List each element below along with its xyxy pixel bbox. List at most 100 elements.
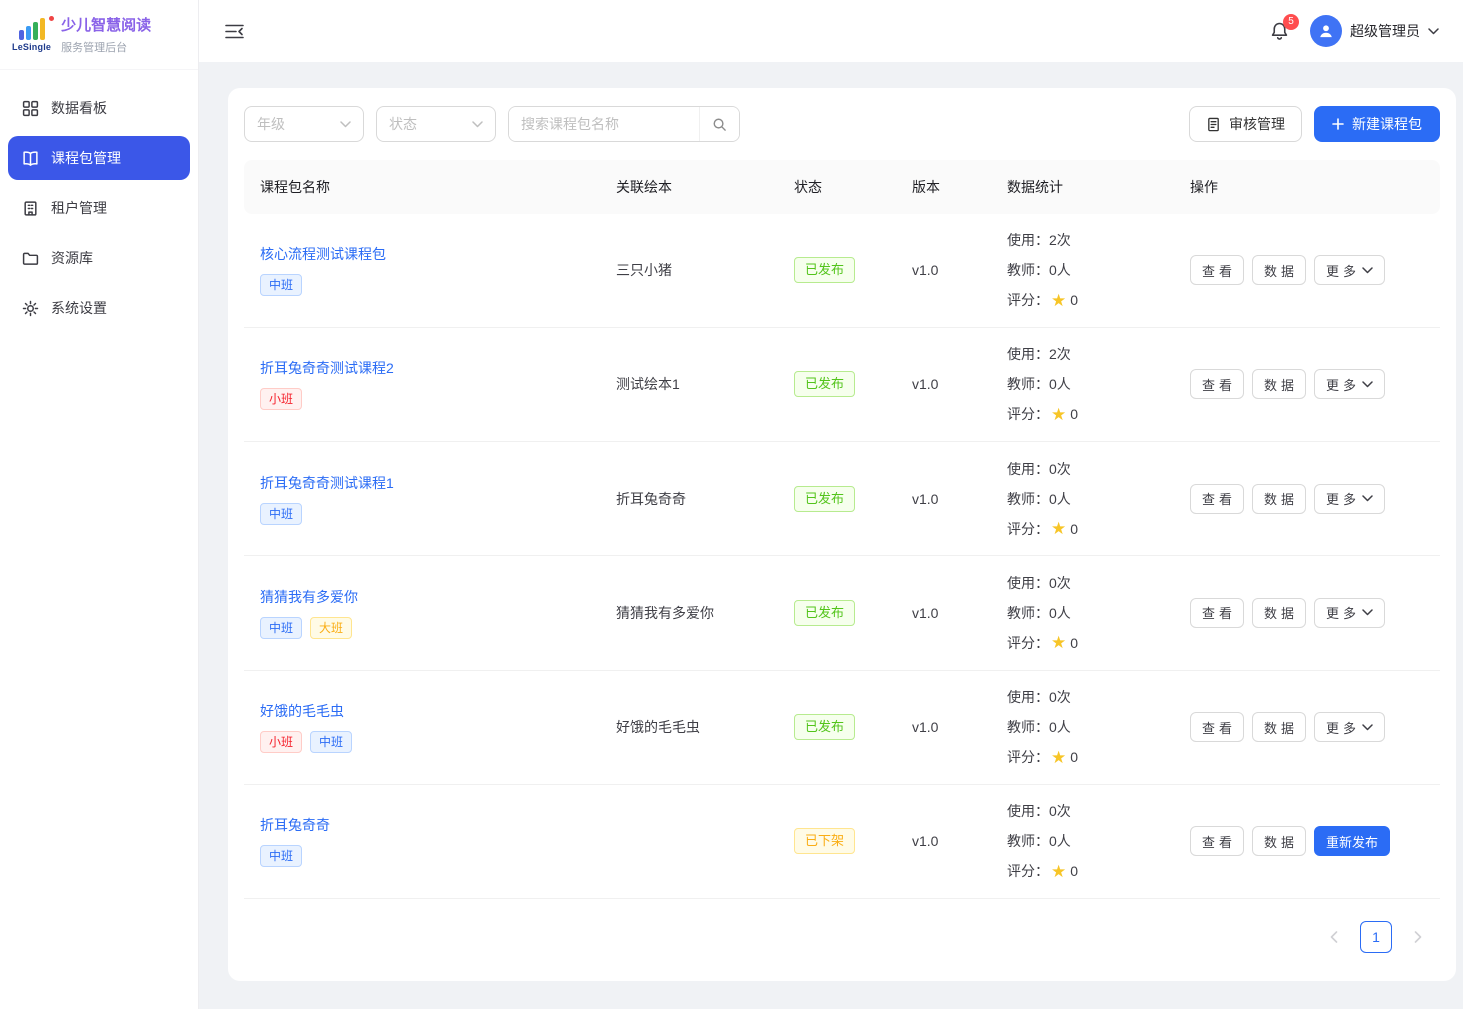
sidebar-item-label: 资源库 [51, 248, 93, 268]
sidebar-item-label: 课程包管理 [51, 148, 121, 168]
course-package-link[interactable]: 猜猜我有多爱你 [260, 587, 358, 607]
stat-teachers: 教师：0人 [1007, 484, 1174, 514]
sidebar-item-dashboard[interactable]: 数据看板 [8, 86, 190, 130]
grade-tag: 中班 [310, 731, 352, 753]
table-row: 好饿的毛毛虫 小班 中班 好饿的毛毛虫 已发布 v1.0 使用：0次 教师：0人… [244, 671, 1440, 785]
stat-usage: 使用：0次 [1007, 682, 1174, 712]
table-row: 折耳兔奇奇测试课程1 中班 折耳兔奇奇 已发布 v1.0 使用：0次 教师：0人… [244, 442, 1440, 556]
more-button[interactable]: 更多 [1314, 255, 1385, 285]
status-badge: 已发布 [794, 486, 855, 512]
stats-cell: 使用：0次 教师：0人 评分：0 [991, 796, 1174, 886]
status-badge: 已发布 [794, 714, 855, 740]
course-package-link[interactable]: 好饿的毛毛虫 [260, 701, 344, 721]
plus-icon [1332, 118, 1344, 130]
data-button[interactable]: 数据 [1252, 826, 1306, 856]
col-linked-book: 关联绘本 [600, 177, 778, 197]
data-button[interactable]: 数据 [1252, 712, 1306, 742]
stat-rating: 评分：0 [1007, 399, 1174, 429]
brand-area: LeSingle 少儿智慧阅读 服务管理后台 [0, 0, 198, 70]
grade-filter-select[interactable]: 年级 [244, 106, 364, 142]
course-package-link[interactable]: 折耳兔奇奇测试课程2 [260, 358, 394, 378]
more-button[interactable]: 更多 [1314, 369, 1385, 399]
topbar-right: 5 超级管理员 [1269, 15, 1439, 47]
more-button[interactable]: 更多 [1314, 598, 1385, 628]
brand-logo: LeSingle [12, 18, 51, 52]
star-icon [1051, 292, 1066, 309]
rating-value: 0 [1070, 856, 1078, 886]
sidebar-item-course-packages[interactable]: 课程包管理 [8, 136, 190, 180]
prev-page-icon[interactable] [1318, 921, 1350, 953]
view-button[interactable]: 查看 [1190, 255, 1244, 285]
table-row: 折耳兔奇奇测试课程2 小班 测试绘本1 已发布 v1.0 使用：2次 教师：0人… [244, 328, 1440, 442]
page-number-button[interactable]: 1 [1360, 921, 1392, 953]
view-button[interactable]: 查看 [1190, 369, 1244, 399]
user-menu[interactable]: 超级管理员 [1310, 15, 1439, 47]
linked-book: 折耳兔奇奇 [600, 489, 778, 509]
version: v1.0 [896, 719, 991, 735]
status-filter-select[interactable]: 状态 [376, 106, 496, 142]
data-button[interactable]: 数据 [1252, 598, 1306, 628]
main-column: 5 超级管理员 年级 [199, 0, 1463, 1009]
version: v1.0 [896, 491, 991, 507]
view-button[interactable]: 查看 [1190, 598, 1244, 628]
next-page-icon[interactable] [1402, 921, 1434, 953]
chevron-down-icon [1362, 267, 1373, 274]
chevron-down-icon [472, 121, 483, 128]
app-subtitle: 服务管理后台 [61, 39, 151, 55]
logo-bars-icon [19, 18, 45, 40]
rating-label: 评分： [1007, 742, 1049, 772]
tenant-icon [22, 200, 39, 217]
menu-fold-icon[interactable] [225, 24, 244, 39]
grade-filter-placeholder: 年级 [257, 114, 285, 134]
brand-text: 少儿智慧阅读 服务管理后台 [61, 14, 151, 55]
table-row: 折耳兔奇奇 中班 已下架 v1.0 使用：0次 教师：0人 评分：0 查看 [244, 785, 1440, 899]
sidebar-menu: 数据看板 课程包管理 租户管理 资源库 [0, 70, 198, 346]
view-button[interactable]: 查看 [1190, 826, 1244, 856]
table-row: 核心流程测试课程包 中班 三只小猪 已发布 v1.0 使用：2次 教师：0人 评… [244, 214, 1440, 328]
col-status: 状态 [778, 177, 896, 197]
republish-button[interactable]: 重新发布 [1314, 826, 1390, 856]
course-package-link[interactable]: 核心流程测试课程包 [260, 244, 386, 264]
course-package-link[interactable]: 折耳兔奇奇测试课程1 [260, 473, 394, 493]
stat-rating: 评分：0 [1007, 742, 1174, 772]
sidebar-item-tenants[interactable]: 租户管理 [8, 186, 190, 230]
more-button[interactable]: 更多 [1314, 712, 1385, 742]
data-button[interactable]: 数据 [1252, 255, 1306, 285]
search-box [508, 106, 740, 142]
more-button[interactable]: 更多 [1314, 484, 1385, 514]
course-package-link[interactable]: 折耳兔奇奇 [260, 815, 330, 835]
review-management-button[interactable]: 审核管理 [1189, 106, 1302, 142]
data-button[interactable]: 数据 [1252, 369, 1306, 399]
search-input[interactable] [509, 107, 699, 141]
rating-label: 评分： [1007, 514, 1049, 544]
linked-book: 好饿的毛毛虫 [600, 717, 778, 737]
filter-bar: 年级 状态 [244, 106, 1440, 160]
notifications-bell-icon[interactable]: 5 [1269, 21, 1290, 42]
stats-cell: 使用：2次 教师：0人 评分：0 [991, 225, 1174, 315]
search-icon[interactable] [699, 107, 739, 141]
data-button[interactable]: 数据 [1252, 484, 1306, 514]
status-badge: 已发布 [794, 600, 855, 626]
rating-label: 评分： [1007, 856, 1049, 886]
view-button[interactable]: 查看 [1190, 712, 1244, 742]
stat-teachers: 教师：0人 [1007, 369, 1174, 399]
view-button[interactable]: 查看 [1190, 484, 1244, 514]
linked-book: 三只小猪 [600, 260, 778, 280]
sidebar-item-resources[interactable]: 资源库 [8, 236, 190, 280]
avatar [1310, 15, 1342, 47]
stat-rating: 评分： 0 [1007, 856, 1174, 886]
topbar: 5 超级管理员 [199, 0, 1463, 62]
grade-tag: 中班 [260, 617, 302, 639]
rating-label: 评分： [1007, 628, 1049, 658]
pagination: 1 [244, 899, 1440, 953]
create-course-package-button[interactable]: 新建课程包 [1314, 106, 1440, 142]
version: v1.0 [896, 833, 991, 849]
chevron-down-icon [1362, 381, 1373, 388]
stat-usage: 使用：0次 [1007, 568, 1174, 598]
stat-teachers: 教师：0人 [1007, 598, 1174, 628]
create-button-label: 新建课程包 [1352, 114, 1422, 134]
chevron-down-icon [1428, 28, 1439, 35]
sidebar-item-settings[interactable]: 系统设置 [8, 286, 190, 330]
star-icon [1051, 406, 1066, 423]
chevron-down-icon [1362, 609, 1373, 616]
